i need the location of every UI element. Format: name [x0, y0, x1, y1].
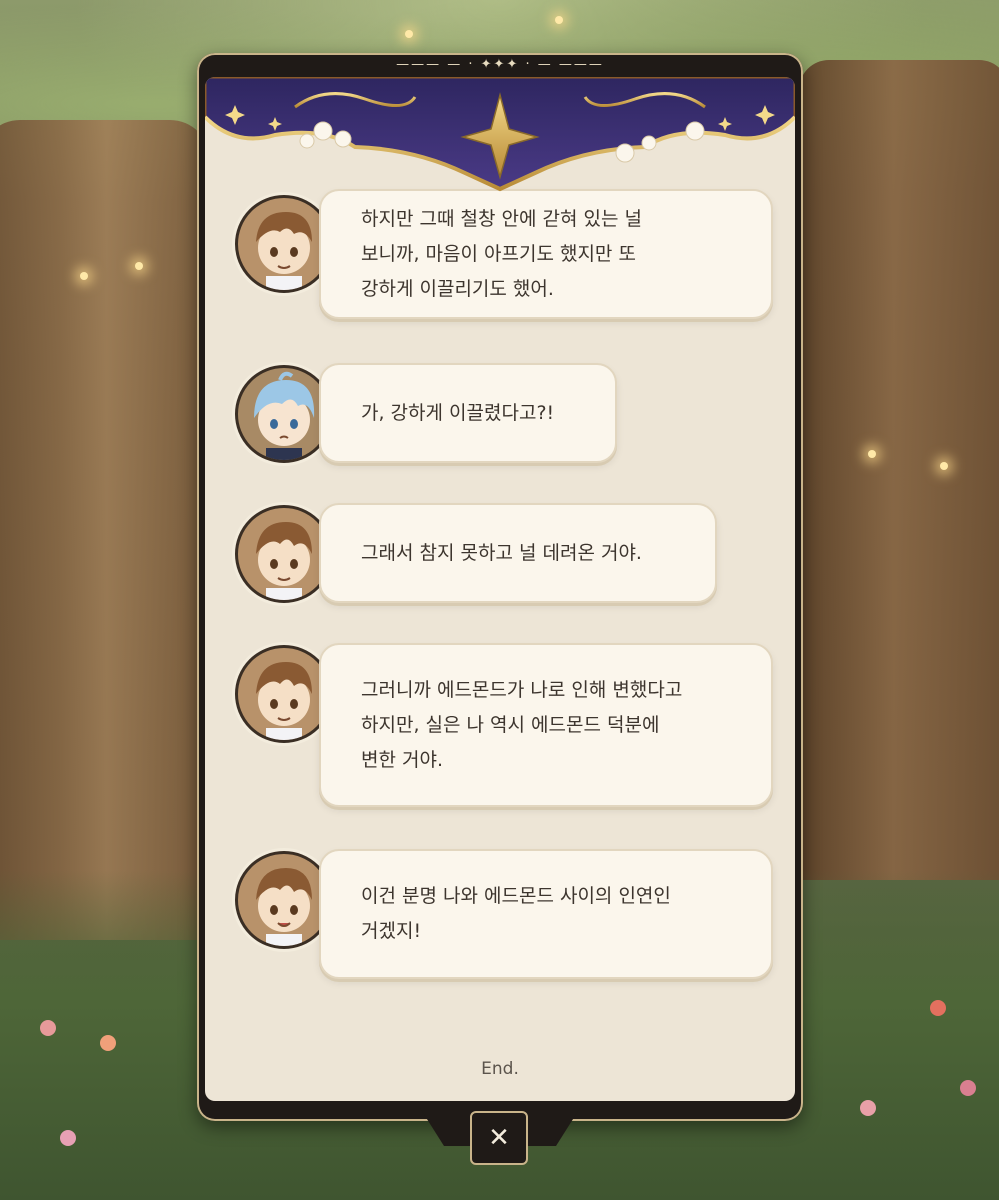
speech-bubble: 이건 분명 나와 에드몬드 사이의 인연인 거겠지! — [319, 849, 773, 979]
lantern-light — [868, 450, 876, 458]
character-face-icon — [254, 371, 315, 460]
flower — [60, 1130, 76, 1146]
character-face-icon — [256, 868, 312, 946]
tree-trunk-right — [799, 60, 999, 880]
message-text: 그래서 참지 못하고 널 데려온 거야. — [361, 541, 642, 564]
message-text: 이건 분명 나와 에드몬드 사이의 인연인 거겠지! — [361, 885, 671, 942]
close-button[interactable]: ✕ — [470, 1111, 528, 1165]
close-icon: ✕ — [488, 1123, 510, 1153]
speech-bubble: 하지만 그때 철창 안에 갇혀 있는 널 보니까, 마음이 아프기도 했지만 또… — [319, 189, 773, 319]
flower — [960, 1080, 976, 1096]
flower — [100, 1035, 116, 1051]
lantern-light — [555, 16, 563, 24]
message-text: 하지만 그때 철창 안에 갇혀 있는 널 보니까, 마음이 아프기도 했지만 또… — [361, 207, 642, 300]
character-face-icon — [256, 662, 312, 740]
lantern-light — [405, 30, 413, 38]
end-label: End. — [481, 1059, 519, 1079]
lantern-light — [135, 262, 143, 270]
speech-bubble: 그러니까 에드몬드가 나로 인해 변했다고 하지만, 실은 나 역시 에드몬드 … — [319, 643, 773, 807]
message-list: 하지만 그때 철창 안에 갇혀 있는 널 보니까, 마음이 아프기도 했지만 또… — [205, 77, 795, 1101]
message-text: 가, 강하게 이끌렸다고?! — [361, 401, 555, 424]
dialogue-scroll-area[interactable]: 하지만 그때 철창 안에 갇혀 있는 널 보니까, 마음이 아프기도 했지만 또… — [205, 77, 795, 1101]
star-banner — [205, 77, 795, 192]
tree-trunk-left — [0, 120, 210, 940]
dialogue-panel: ——— — · ✦✦✦ · — ——— 하지만 그때 철창 안에 갇혀 있는 널… — [197, 53, 803, 1121]
character-face-icon — [256, 522, 312, 600]
flower — [40, 1020, 56, 1036]
speech-bubble: 그래서 참지 못하고 널 데려온 거야. — [319, 503, 717, 603]
flower — [930, 1000, 946, 1016]
message-text: 그러니까 에드몬드가 나로 인해 변했다고 하지만, 실은 나 역시 에드몬드 … — [361, 678, 683, 771]
top-ornament: ——— — · ✦✦✦ · — ——— — [396, 57, 604, 72]
lantern-light — [80, 272, 88, 280]
character-face-icon — [256, 212, 312, 290]
lantern-light — [940, 462, 948, 470]
speech-bubble: 가, 강하게 이끌렸다고?! — [319, 363, 617, 463]
flower — [860, 1100, 876, 1116]
